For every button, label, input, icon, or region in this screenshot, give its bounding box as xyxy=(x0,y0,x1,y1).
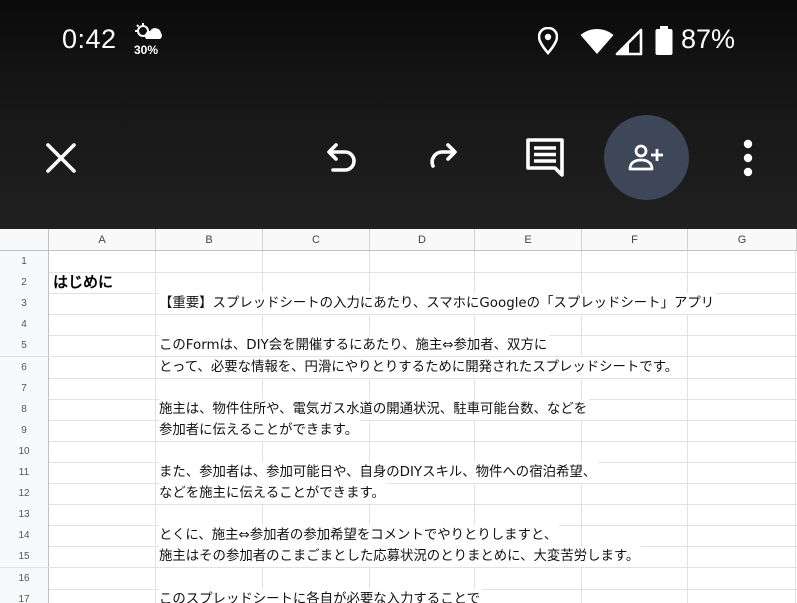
row-number[interactable]: 3 xyxy=(0,293,49,314)
undo-button[interactable] xyxy=(316,133,366,183)
close-button[interactable] xyxy=(36,133,86,183)
redo-icon xyxy=(430,143,457,168)
table-row: 12 などを施主に伝えることができます。 xyxy=(0,483,797,505)
battery-icon xyxy=(655,26,673,55)
table-row: 10 xyxy=(0,441,797,463)
row-number[interactable]: 14 xyxy=(0,525,49,546)
row-number[interactable]: 12 xyxy=(0,483,49,504)
cell-b[interactable]: このFormは、DIY会を開催するにあたり、施主⇔参加者、双方に xyxy=(159,335,550,356)
table-row: 2 はじめに xyxy=(0,272,797,294)
table-row: 5 このFormは、DIY会を開催するにあたり、施主⇔参加者、双方に xyxy=(0,335,797,357)
top-bar: 0:42 30% 87% xyxy=(0,0,797,229)
select-all-corner[interactable] xyxy=(0,229,49,250)
redo-button[interactable] xyxy=(418,133,468,183)
battery-percent: 87% xyxy=(681,24,736,54)
row-number[interactable]: 10 xyxy=(0,441,49,462)
location-icon xyxy=(538,27,558,55)
signal-icon xyxy=(615,28,643,56)
row-number[interactable]: 13 xyxy=(0,504,49,525)
cell-b[interactable]: このスプレッドシートに各自が必要な入力することで xyxy=(159,589,482,603)
row-number[interactable]: 6 xyxy=(0,357,49,378)
more-options-button[interactable] xyxy=(728,133,768,183)
row-number[interactable]: 5 xyxy=(0,335,49,356)
column-header[interactable]: D xyxy=(370,229,475,250)
row-number[interactable]: 7 xyxy=(0,378,49,399)
person-add-icon xyxy=(628,144,663,170)
row-number[interactable]: 9 xyxy=(0,420,49,441)
cell-a[interactable]: はじめに xyxy=(53,272,113,293)
cell-b[interactable]: 施主は、物件住所や、電気ガス水道の開通状況、駐車可能台数、などを xyxy=(159,399,590,420)
table-row: 7 xyxy=(0,378,797,400)
cell-b[interactable]: などを施主に伝えることができます。 xyxy=(159,483,387,504)
weather-temp: 30% xyxy=(134,43,159,57)
comment-button[interactable] xyxy=(518,130,572,184)
cell-b[interactable]: とくに、施主⇔参加者の参加希望をコメントでやりとりしますと、 xyxy=(159,525,560,546)
cell-b[interactable]: また、参加者は、参加可能日や、自身のDIYスキル、物件への宿泊希望、 xyxy=(159,462,599,483)
more-vert-icon xyxy=(743,139,753,177)
table-row: 3 【重要】スプレッドシートの入力にあたり、スマホにGoogleの「スプレッドシー… xyxy=(0,293,797,315)
cell-b[interactable]: 参加者に伝えることができます。 xyxy=(159,420,361,441)
cell-b[interactable]: とって、必要な情報を、円滑にやりとりするために開発されたスプレッドシートです。 xyxy=(159,357,681,378)
table-row: 9 参加者に伝えることができます。 xyxy=(0,420,797,442)
column-header[interactable]: B xyxy=(156,229,263,250)
undo-icon xyxy=(327,143,356,172)
column-header[interactable]: E xyxy=(475,229,582,250)
column-header[interactable]: C xyxy=(263,229,370,250)
row-number[interactable]: 16 xyxy=(0,568,49,589)
table-row: 13 xyxy=(0,504,797,526)
row-number[interactable]: 1 xyxy=(0,251,49,272)
table-row: 11 また、参加者は、参加可能日や、自身のDIYスキル、物件への宿泊希望、 xyxy=(0,462,797,484)
weather-icon: 30% xyxy=(132,23,172,59)
cell-b[interactable]: 施主はその参加者のこまごまとした応募状況のとりまとめに、大変苦労します。 xyxy=(159,546,642,567)
table-row: 17 このスプレッドシートに各自が必要な入力することで xyxy=(0,589,797,603)
spreadsheet-grid[interactable]: A B C D E F G 1 2 はじめに 3 【重要】スプレッドシートの入力にあたり… xyxy=(0,229,797,603)
row-number[interactable]: 17 xyxy=(0,589,49,603)
table-row: 8 施主は、物件住所や、電気ガス水道の開通状況、駐車可能台数、などを xyxy=(0,399,797,421)
column-header[interactable]: F xyxy=(582,229,688,250)
table-row: 14 とくに、施主⇔参加者の参加希望をコメントでやりとりしますと、 xyxy=(0,525,797,547)
row-number[interactable]: 15 xyxy=(0,546,49,567)
row-number[interactable]: 4 xyxy=(0,314,49,335)
table-row: 1 xyxy=(0,251,797,273)
row-number[interactable]: 8 xyxy=(0,399,49,420)
wifi-icon xyxy=(580,29,614,54)
share-button[interactable] xyxy=(604,115,689,200)
cell-b[interactable]: 【重要】スプレッドシートの入力にあたり、スマホにGoogleの「スプレッドシート… xyxy=(159,293,717,314)
row-number[interactable]: 11 xyxy=(0,462,49,483)
comment-icon xyxy=(526,138,564,177)
table-row: 16 xyxy=(0,568,797,590)
table-row: 4 xyxy=(0,314,797,336)
column-header[interactable]: G xyxy=(688,229,797,250)
close-icon xyxy=(46,143,76,173)
table-row: 6 とって、必要な情報を、円滑にやりとりするために開発されたスプレッドシートです。 xyxy=(0,357,797,379)
status-time: 0:42 xyxy=(62,24,117,54)
table-row: 15 施主はその参加者のこまごまとした応募状況のとりまとめに、大変苦労します。 xyxy=(0,546,797,568)
column-header[interactable]: A xyxy=(49,229,156,250)
column-header-row: A B C D E F G xyxy=(0,229,797,251)
row-number[interactable]: 2 xyxy=(0,272,49,293)
